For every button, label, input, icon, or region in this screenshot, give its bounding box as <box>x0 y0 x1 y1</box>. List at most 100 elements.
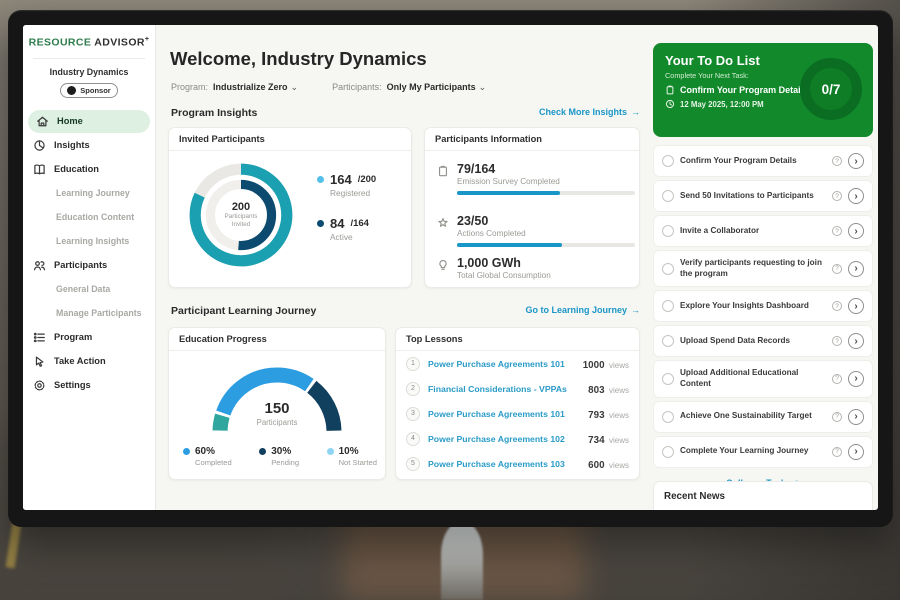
sidebar-item-participants[interactable]: Participants <box>23 254 155 277</box>
help-icon[interactable]: ? <box>832 191 842 201</box>
pending-pct: 30% <box>271 446 291 457</box>
sponsor-badge-label: Sponsor <box>80 86 110 95</box>
task-checkbox[interactable] <box>662 373 674 385</box>
sidebar-item-program[interactable]: Program <box>23 326 155 349</box>
task-checkbox[interactable] <box>662 300 674 312</box>
task-checkbox[interactable] <box>662 263 674 275</box>
lesson-link[interactable]: Power Purchase Agreements 102 <box>428 434 580 444</box>
chevron-right-icon[interactable]: › <box>848 409 864 425</box>
sidebar-item-manage-participants[interactable]: Manage Participants <box>23 302 155 325</box>
views-suffix: views <box>609 361 629 370</box>
lesson-rank: 5 <box>406 457 420 471</box>
sidebar-item-insights[interactable]: Insights <box>23 134 155 157</box>
sidebar-item-label: Take Action <box>54 356 106 366</box>
legend-item-not-started: 10% Not Started <box>327 446 377 467</box>
sidebar-item-home[interactable]: Home <box>28 110 150 133</box>
task-checkbox[interactable] <box>662 225 674 237</box>
sidebar-item-general-data[interactable]: General Data <box>23 278 155 301</box>
views-suffix: views <box>609 386 629 395</box>
completed-pct: 60% <box>195 446 215 457</box>
task-row-explore-insights[interactable]: Explore Your Insights Dashboard ? › <box>653 290 873 322</box>
sidebar-item-learning-journey[interactable]: Learning Journey <box>23 182 155 205</box>
participants-icon <box>33 259 46 272</box>
sidebar-item-settings[interactable]: Settings <box>23 374 155 397</box>
task-checkbox[interactable] <box>662 446 674 458</box>
chevron-right-icon[interactable]: › <box>848 223 864 239</box>
task-checkbox[interactable] <box>662 411 674 423</box>
chevron-right-icon[interactable]: › <box>848 333 864 349</box>
chevron-down-icon[interactable]: ⌄ <box>479 82 487 92</box>
help-icon[interactable]: ? <box>832 374 842 384</box>
chevron-right-icon[interactable]: › <box>848 153 864 169</box>
todo-summary-card: Your To Do List Complete Your Next Task:… <box>653 43 873 137</box>
help-icon[interactable]: ? <box>832 412 842 422</box>
lesson-link[interactable]: Power Purchase Agreements 101 <box>428 409 580 419</box>
legend-item-pending: 30% Pending <box>259 446 299 467</box>
participants-filter[interactable]: Participants:Only My Participants⌄ <box>332 82 486 93</box>
task-row-send-invitations[interactable]: Send 50 Invitations to Participants ? › <box>653 180 873 212</box>
lesson-link[interactable]: Power Purchase Agreements 101 <box>428 359 575 369</box>
invited-label-1: Participants <box>225 213 258 221</box>
task-row-achieve-sustainability-target[interactable]: Achieve One Sustainability Target ? › <box>653 401 873 433</box>
task-checkbox[interactable] <box>662 155 674 167</box>
program-filter-value[interactable]: Industrialize Zero <box>213 82 288 92</box>
chevron-down-icon[interactable]: ⌄ <box>291 82 299 92</box>
program-filter[interactable]: Program:Industrialize Zero⌄ <box>171 82 298 93</box>
stat-value: 23/50 <box>457 214 635 228</box>
task-row-upload-spend-data[interactable]: Upload Spend Data Records ? › <box>653 325 873 357</box>
chevron-right-icon[interactable]: › <box>848 298 864 314</box>
sidebar: RESOURCE ADVISOR+ Industry Dynamics Spon… <box>23 25 156 510</box>
task-checkbox[interactable] <box>662 335 674 347</box>
legend-item-registered: 164/200 Registered <box>317 172 376 198</box>
invited-count: 200 <box>232 201 250 213</box>
active-label: Active <box>330 232 376 242</box>
help-icon[interactable]: ? <box>832 264 842 274</box>
help-icon[interactable]: ? <box>832 301 842 311</box>
go-to-learning-journey-link[interactable]: Go to Learning Journey→ <box>525 305 640 315</box>
stat-label: Emission Survey Completed <box>457 177 635 186</box>
take-action-icon <box>33 355 46 368</box>
task-label: Invite a Collaborator <box>680 226 826 237</box>
task-row-upload-educational-content[interactable]: Upload Additional Educational Content ? … <box>653 360 873 397</box>
insights-icon <box>33 139 46 152</box>
arrow-right-icon: → <box>631 305 640 315</box>
not-started-label: Not Started <box>339 458 377 467</box>
registered-label: Registered <box>330 188 376 198</box>
help-icon[interactable]: ? <box>832 156 842 166</box>
task-checkbox[interactable] <box>662 190 674 202</box>
chevron-right-icon[interactable]: › <box>848 188 864 204</box>
check-more-insights-link[interactable]: Check More Insights→ <box>539 107 640 117</box>
participants-label: Participants <box>169 418 385 427</box>
lesson-views: 793 <box>588 410 604 421</box>
chevron-right-icon[interactable]: › <box>848 371 864 387</box>
sponsor-icon <box>67 86 76 95</box>
task-row-verify-participants[interactable]: Verify participants requesting to join t… <box>653 250 873 287</box>
task-row-invite-collaborator[interactable]: Invite a Collaborator ? › <box>653 215 873 247</box>
lesson-link[interactable]: Financial Considerations - VPPAs <box>428 384 580 394</box>
monitor-bezel: RESOURCE ADVISOR+ Industry Dynamics Spon… <box>8 10 893 527</box>
sidebar-item-education[interactable]: Education <box>23 158 155 181</box>
participants-filter-value[interactable]: Only My Participants <box>387 82 476 92</box>
help-icon[interactable]: ? <box>832 336 842 346</box>
task-row-confirm-program[interactable]: Confirm Your Program Details ? › <box>653 145 873 177</box>
not-started-pct: 10% <box>339 446 359 457</box>
clock-icon <box>665 99 675 109</box>
legend-dot-active <box>317 220 324 227</box>
filter-bar: Program:Industrialize Zero⌄ Participants… <box>171 82 486 93</box>
sidebar-item-learning-insights[interactable]: Learning Insights <box>23 230 155 253</box>
pending-label: Pending <box>271 458 299 467</box>
help-icon[interactable]: ? <box>832 447 842 457</box>
task-row-complete-learning-journey[interactable]: Complete Your Learning Journey ? › <box>653 436 873 468</box>
help-icon[interactable]: ? <box>832 226 842 236</box>
sponsor-badge[interactable]: Sponsor <box>60 83 118 98</box>
task-label: Confirm Your Program Details <box>680 156 826 167</box>
legend-dot-completed <box>183 448 190 455</box>
chevron-right-icon[interactable]: › <box>848 261 864 277</box>
chevron-right-icon[interactable]: › <box>848 444 864 460</box>
task-label: Upload Additional Educational Content <box>680 368 826 389</box>
lesson-link[interactable]: Power Purchase Agreements 103 <box>428 459 580 469</box>
sidebar-item-education-content[interactable]: Education Content <box>23 206 155 229</box>
card-title: Invited Participants <box>169 128 411 151</box>
sidebar-item-take-action[interactable]: Take Action <box>23 350 155 373</box>
lesson-rank: 1 <box>406 357 420 371</box>
